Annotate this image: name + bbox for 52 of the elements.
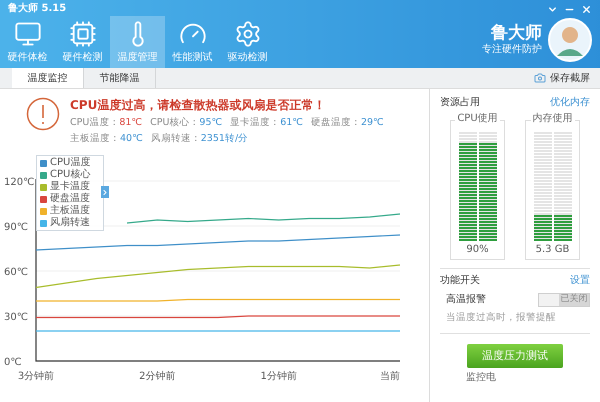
footer-text: 监控电 <box>466 372 497 384</box>
alert-message: CPU温度过高，请检查散热器或风扇是否正常！ <box>70 97 326 113</box>
brand-slogan: 专注硬件防护 <box>482 43 542 57</box>
nav-icon <box>14 20 42 48</box>
legend-label[interactable]: 显卡温度 <box>50 182 90 192</box>
meter-label: 内存使用 <box>530 114 574 124</box>
x-tick-label: 2分钟前 <box>139 371 176 382</box>
switch-label: 高温报警 <box>446 292 486 307</box>
y-tick-label: 0℃ <box>4 357 22 368</box>
section-title: 功能开关 <box>440 274 480 288</box>
reading-label: CPU温度： <box>70 116 120 129</box>
warning-icon <box>26 97 60 131</box>
tab[interactable]: 温度监控 <box>12 68 84 88</box>
x-tick-label: 3分钟前 <box>18 371 54 382</box>
meter-reading: 90% <box>466 245 489 255</box>
reading-value: 95℃ <box>199 116 222 129</box>
legend-label[interactable]: 硬盘温度 <box>50 194 90 204</box>
y-tick-label: 120℃ <box>4 177 34 188</box>
reading-value: 61℃ <box>280 116 303 129</box>
nav-icon <box>234 20 262 48</box>
reading-label: 主板温度： <box>70 132 120 145</box>
legend-label[interactable]: 主板温度 <box>50 206 90 216</box>
meter-reading: 5.3 GB <box>536 245 570 255</box>
camera-icon <box>534 72 546 84</box>
window-title: 鲁大师 5.15 <box>8 3 68 15</box>
tab[interactable]: 节能降温 <box>84 68 156 88</box>
legend-label[interactable]: CPU核心 <box>50 170 90 180</box>
reading-value: 81℃ <box>119 116 142 129</box>
reading-label: 显卡温度： <box>230 116 280 129</box>
x-tick-label: 1分钟前 <box>260 371 297 382</box>
avatar <box>548 18 592 62</box>
section-title: 资源占用 <box>440 96 480 110</box>
nav-icon <box>68 20 96 48</box>
reading-label: CPU核心： <box>150 116 200 129</box>
reading-value: 40℃ <box>120 132 143 145</box>
settings-link[interactable]: 设置 <box>570 273 590 288</box>
y-tick-label: 30℃ <box>4 312 28 323</box>
reading-value: 29℃ <box>360 116 384 129</box>
reading-label: 风扇转速： <box>150 132 201 145</box>
x-tick-label: 当前 <box>380 371 400 382</box>
y-tick-label: 60℃ <box>4 267 28 278</box>
reading-value: 2351转/分 <box>200 132 248 145</box>
brand-name: 鲁大师 <box>491 23 542 43</box>
legend-label[interactable]: CPU温度 <box>50 158 90 168</box>
legend-toggle-icon[interactable] <box>101 186 109 198</box>
y-tick-label: 90℃ <box>4 222 28 233</box>
close-icon[interactable] <box>581 4 592 15</box>
reading-label: 硬盘温度： <box>310 116 361 129</box>
save-screenshot-button[interactable]: 保存截屏 <box>534 68 590 88</box>
legend-label[interactable]: 风扇转速 <box>50 218 90 228</box>
switch-hint: 当温度过高时，报警提醒 <box>446 311 557 325</box>
meter-label: CPU使用 <box>455 114 500 124</box>
